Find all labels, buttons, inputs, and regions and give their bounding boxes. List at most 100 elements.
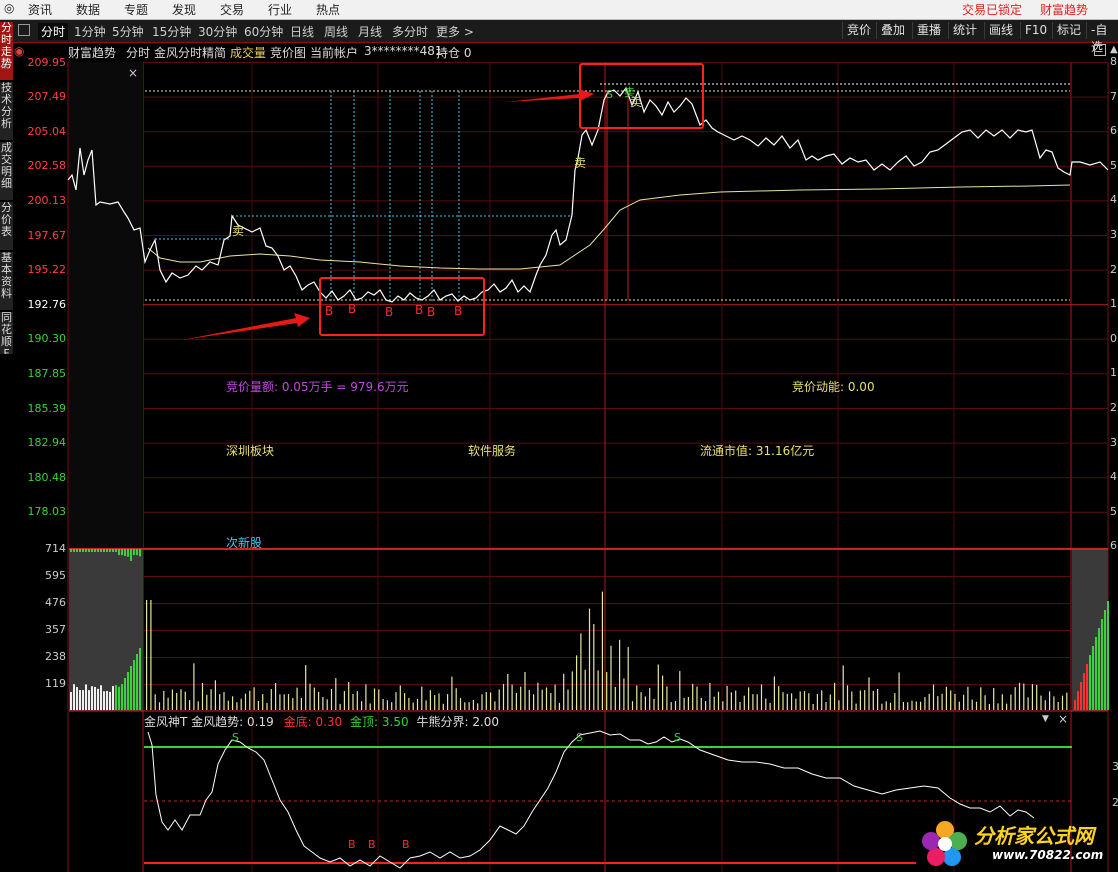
volume-bar <box>266 702 268 710</box>
volume-bar <box>649 687 651 710</box>
volume-bar <box>726 685 728 710</box>
volume-bar <box>1049 691 1051 710</box>
volume-bar <box>593 624 595 710</box>
volume-bar <box>249 690 251 710</box>
ind-buy-signal-3: B <box>402 838 410 851</box>
volume-bar <box>786 693 788 710</box>
auction-bar <box>91 549 93 552</box>
volume-bar <box>412 702 414 710</box>
auction-bar <box>121 549 123 556</box>
volume-bar <box>614 686 616 710</box>
volume-bar <box>270 689 272 710</box>
ind-buy-signal-2: B <box>368 838 376 851</box>
volume-bar <box>545 687 548 710</box>
volume-bar <box>717 691 720 710</box>
indicator-close-icon[interactable]: × <box>1058 712 1068 726</box>
volume-bar <box>279 694 281 710</box>
volume-bar <box>945 686 947 710</box>
premarket-volume-bar <box>73 684 75 710</box>
volume-bar <box>442 703 444 710</box>
volume-bar <box>808 693 810 710</box>
volume-bar <box>524 672 526 710</box>
premarket-volume-bar <box>121 684 123 710</box>
indicator-header: 金风神T 金风趋势: 0.19 金底: 0.30 金顶: 3.50 牛熊分界: … <box>144 713 1070 729</box>
volume-bar <box>1036 684 1038 710</box>
volume-bar <box>313 687 315 710</box>
volume-bar <box>988 703 990 710</box>
postmarket-volume-bar <box>1086 664 1088 710</box>
volume-bar <box>674 701 677 710</box>
postmarket-volume-bar <box>1104 610 1106 710</box>
sell-signal-3: 卖 <box>630 95 643 109</box>
indicator-name[interactable]: 金风神T <box>144 715 187 729</box>
premarket-volume-bar <box>103 691 105 710</box>
volume-bar <box>971 699 973 710</box>
volume-bar <box>275 682 277 710</box>
volume-bar <box>257 701 259 710</box>
volume-bar <box>580 633 582 710</box>
volume-bar <box>253 687 255 710</box>
volume-bar <box>494 701 496 710</box>
volume-bar <box>679 671 681 710</box>
volume-bar <box>692 683 694 710</box>
auction-bar <box>115 549 117 552</box>
volume-bar <box>782 692 784 710</box>
close-overlay-icon[interactable]: × <box>128 66 138 80</box>
auction-bar <box>136 549 138 556</box>
auction-bar <box>103 549 105 552</box>
postmarket-volume-bar <box>1089 655 1091 710</box>
volume-bar <box>825 702 827 710</box>
volume-bar <box>240 698 242 710</box>
volume-bar <box>756 694 758 710</box>
premarket-volume-bar <box>133 660 135 710</box>
volume-bar <box>1018 682 1021 710</box>
volume-bar <box>189 700 191 710</box>
volume-bar <box>283 694 285 710</box>
volume-bar <box>227 700 229 710</box>
premarket-volume-bar <box>106 690 108 710</box>
volume-bar <box>713 696 715 710</box>
volume-bar <box>631 701 634 710</box>
volume-bar <box>653 698 655 710</box>
auction-bar <box>76 549 78 552</box>
volume-bar <box>623 678 625 710</box>
volume-bar <box>670 702 672 710</box>
volume-bar <box>778 686 780 710</box>
volume-bar <box>812 703 814 710</box>
volume-bar <box>451 676 453 710</box>
volume-bar <box>296 687 298 710</box>
volume-bar <box>507 673 509 710</box>
volume-bar <box>898 672 900 710</box>
volume-bar <box>902 702 904 710</box>
volume-bar <box>700 697 702 710</box>
industry-text: 软件服务 <box>468 444 517 458</box>
trend-label: 金风趋势: <box>191 715 244 729</box>
volume-bar <box>640 692 642 710</box>
volume-bar <box>657 664 659 710</box>
volume-bar <box>429 690 431 710</box>
buy-signal-3: B <box>385 305 394 319</box>
indicator-dropdown-icon[interactable]: ▼ <box>1042 714 1049 724</box>
volume-bar <box>963 694 965 710</box>
premarket-volume-bar <box>97 688 99 710</box>
volume-bar <box>459 698 462 710</box>
auction-bar <box>118 549 120 556</box>
volume-bar <box>993 688 995 710</box>
volume-bar <box>881 703 883 710</box>
volume-bar <box>348 682 350 710</box>
volume-bar <box>193 663 195 710</box>
auction-bar <box>130 549 132 561</box>
volume-bar <box>232 696 234 710</box>
volume-bar <box>533 694 535 710</box>
volume-bar <box>687 696 689 710</box>
volume-bar <box>244 693 247 710</box>
volume-bar <box>326 699 328 710</box>
volume-bar <box>537 682 539 710</box>
buy-signal-2: B <box>348 302 357 316</box>
volume-bar <box>864 690 866 710</box>
postmarket-volume-bar <box>1092 646 1094 710</box>
volume-bar <box>662 675 664 710</box>
premarket-volume-bar <box>115 685 117 710</box>
bull-label: 牛熊分界: <box>416 715 469 729</box>
volume-bar <box>855 703 857 710</box>
